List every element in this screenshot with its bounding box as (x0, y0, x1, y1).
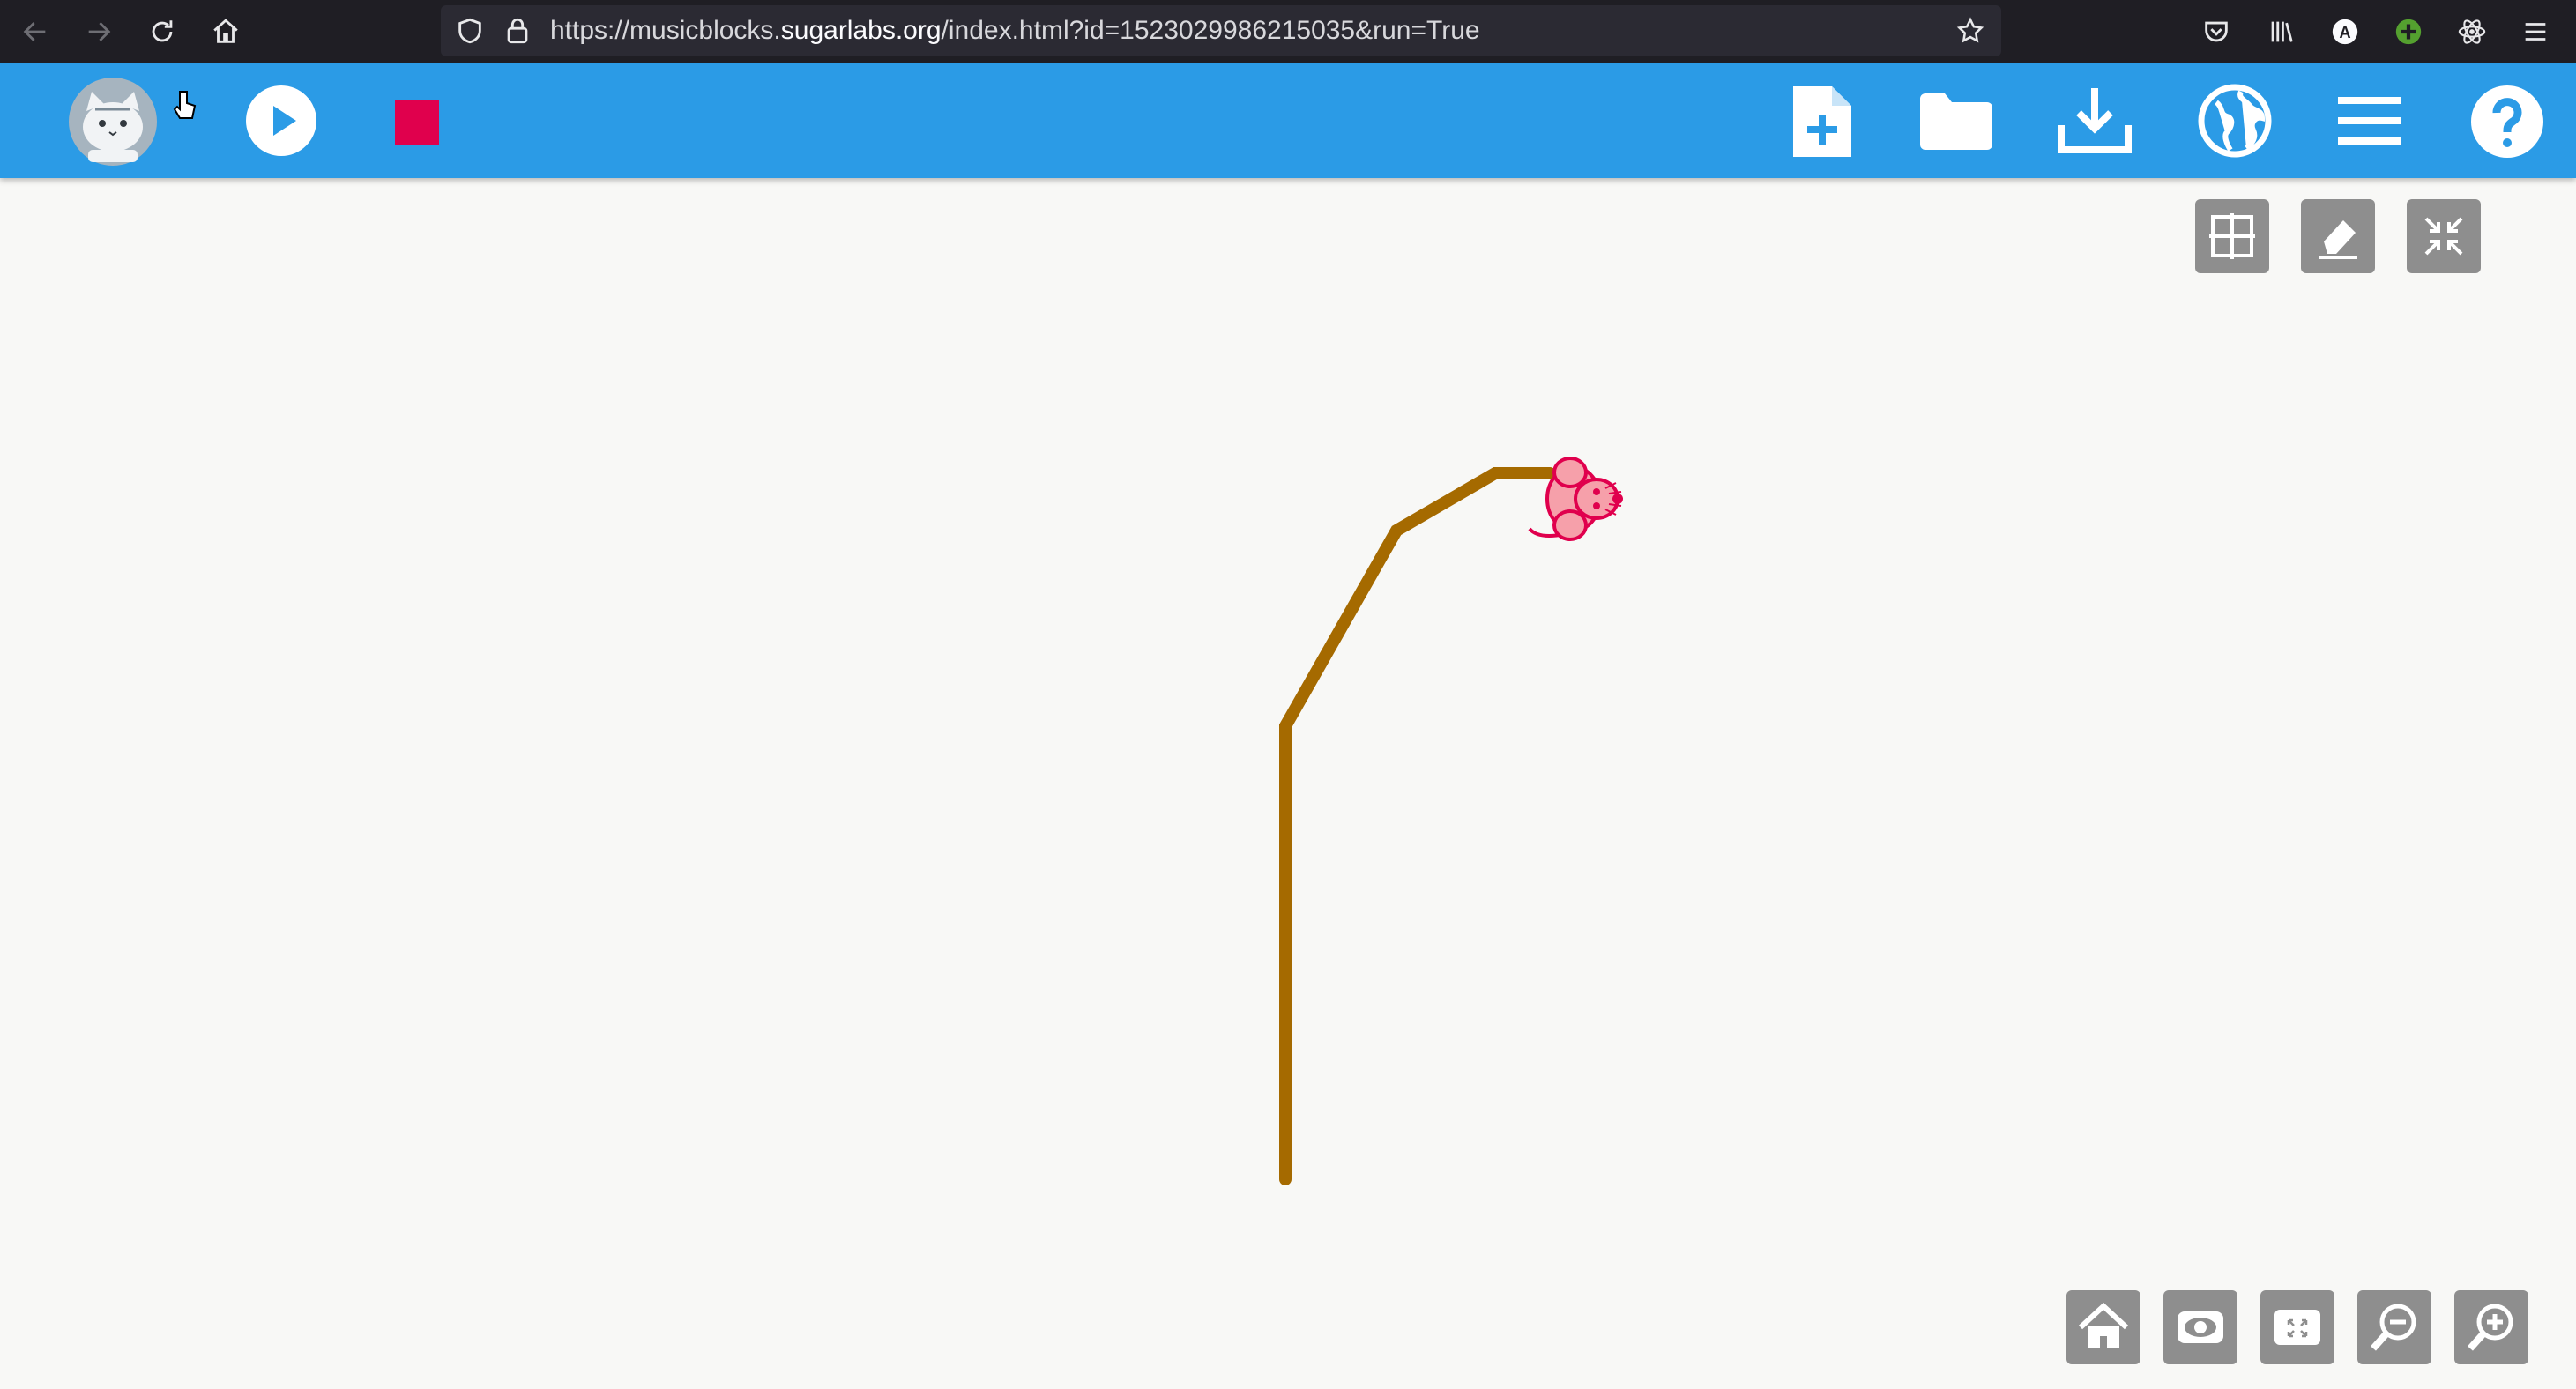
help-icon[interactable] (2470, 85, 2544, 159)
play-icon[interactable] (245, 85, 317, 157)
pocket-icon[interactable] (2197, 12, 2236, 51)
lock-icon[interactable] (503, 16, 532, 46)
url-prefix: https://musicblocks. (550, 16, 781, 45)
react-devtools-icon[interactable] (2453, 12, 2491, 51)
logo-icon[interactable] (62, 74, 164, 167)
language-globe-icon[interactable] (2197, 83, 2273, 159)
menu-icon[interactable] (2336, 95, 2403, 146)
account-icon[interactable]: A (2326, 12, 2364, 51)
library-icon[interactable] (2262, 12, 2301, 51)
collapse-icon[interactable] (2407, 199, 2481, 273)
url-domain: sugarlabs.org (780, 16, 942, 45)
new-project-icon[interactable] (1788, 85, 1855, 159)
browser-toolbar: https://musicblocks.sugarlabs.org/index.… (0, 0, 2576, 63)
url-suffix: /index.html?id=1523029986215035&run=True (941, 16, 1480, 45)
url-text[interactable]: https://musicblocks.sugarlabs.org/index.… (550, 5, 1480, 56)
zoom-in-icon[interactable] (2454, 1290, 2528, 1364)
drawing-area (1279, 457, 1623, 1185)
eraser-icon[interactable] (2301, 199, 2375, 273)
pen-trail (1279, 467, 1556, 1185)
account-letter: A (2339, 23, 2350, 41)
shield-icon[interactable] (455, 16, 485, 46)
save-download-icon[interactable] (2058, 85, 2132, 155)
stop-icon[interactable] (395, 100, 439, 145)
back-arrow-icon[interactable] (16, 12, 55, 51)
star-icon[interactable] (1955, 16, 1985, 46)
zoom-out-icon[interactable] (2357, 1290, 2431, 1364)
show-hide-blocks-icon[interactable] (2163, 1290, 2237, 1364)
hamburger-menu-icon[interactable] (2516, 12, 2555, 51)
url-bar[interactable]: https://musicblocks.sugarlabs.org/index.… (441, 5, 2001, 56)
expand-icon[interactable] (2260, 1290, 2334, 1364)
app-toolbar (0, 63, 2576, 178)
open-folder-icon[interactable] (1918, 90, 1994, 152)
grid-icon[interactable] (2195, 199, 2269, 273)
reload-icon[interactable] (143, 12, 182, 51)
extension-plus-icon[interactable] (2389, 12, 2428, 51)
mouse-cursor-icon (173, 88, 199, 123)
forward-arrow-icon[interactable] (79, 12, 118, 51)
home-canvas-icon[interactable] (2066, 1290, 2140, 1364)
home-icon[interactable] (206, 12, 245, 51)
turtle-canvas[interactable] (0, 178, 2576, 1389)
